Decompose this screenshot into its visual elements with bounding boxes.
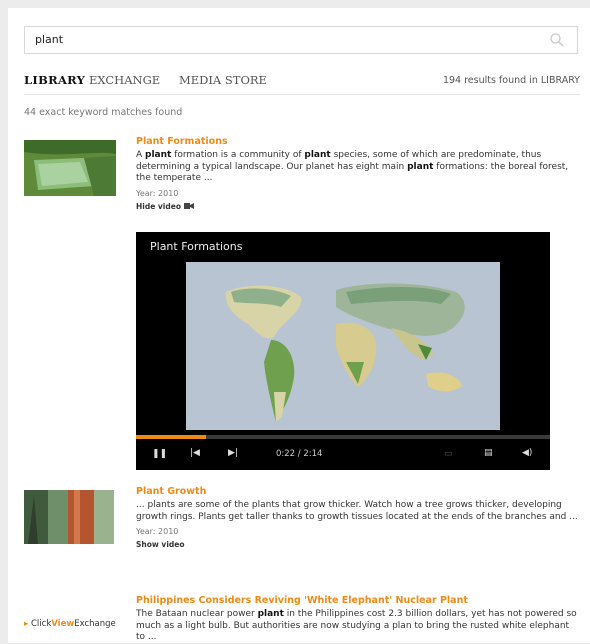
tab-media-store[interactable]: MEDIA STORE (179, 73, 267, 87)
video-frame[interactable] (186, 262, 500, 430)
video-time: 0:22 / 2:14 (276, 449, 323, 459)
result-title[interactable]: Plant Formations (136, 136, 580, 147)
transcript-icon[interactable]: ▤ (484, 448, 493, 458)
volume-icon[interactable]: ◀) (522, 448, 532, 458)
next-icon[interactable]: ▶| (228, 448, 238, 458)
result-description: ... plants are some of the plants that g… (136, 500, 578, 522)
tab-library[interactable]: LIBRARY (24, 73, 85, 87)
video-icon (183, 203, 194, 209)
world-map-image (186, 262, 500, 430)
pause-icon[interactable]: ❚❚ (152, 449, 167, 459)
result-year: Year: 2010 (136, 527, 179, 536)
result-year: Year: 2010 (136, 188, 179, 198)
search-input[interactable]: plant (35, 33, 63, 46)
previous-icon[interactable]: |◀ (190, 448, 200, 458)
clickview-exchange-logo: ▸ ClickViewExchange (24, 619, 116, 629)
matches-count: 44 exact keyword matches found (24, 107, 183, 118)
result-title[interactable]: Plant Growth (136, 486, 580, 497)
tab-exchange[interactable]: EXCHANGE (89, 73, 160, 87)
source-tabs: LIBRARY EXCHANGE MEDIA STORE 194 results… (24, 73, 580, 95)
hide-video-button[interactable]: Hide video (136, 202, 580, 211)
divider (24, 94, 580, 95)
search-icon[interactable] (549, 32, 565, 48)
result-thumbnail[interactable] (24, 490, 114, 544)
result-description: A plant formation is a community of plan… (136, 150, 569, 183)
captions-icon[interactable]: ▭ (444, 449, 453, 459)
results-count: 194 results found in LIBRARY (442, 75, 580, 86)
show-video-button[interactable]: Show video (136, 540, 580, 549)
video-title: Plant Formations (150, 240, 243, 253)
result-thumbnail[interactable] (24, 140, 116, 196)
result-description: The Bataan nuclear power plant in the Ph… (136, 609, 577, 642)
search-box[interactable]: plant (24, 26, 578, 54)
result-title[interactable]: Philippines Considers Reviving 'White El… (136, 595, 580, 606)
video-progress-bar[interactable] (136, 435, 550, 439)
video-player[interactable]: Plant Formations ❚❚ |◀ ▶| 0:22 / 2:14 ▭ … (136, 232, 550, 470)
